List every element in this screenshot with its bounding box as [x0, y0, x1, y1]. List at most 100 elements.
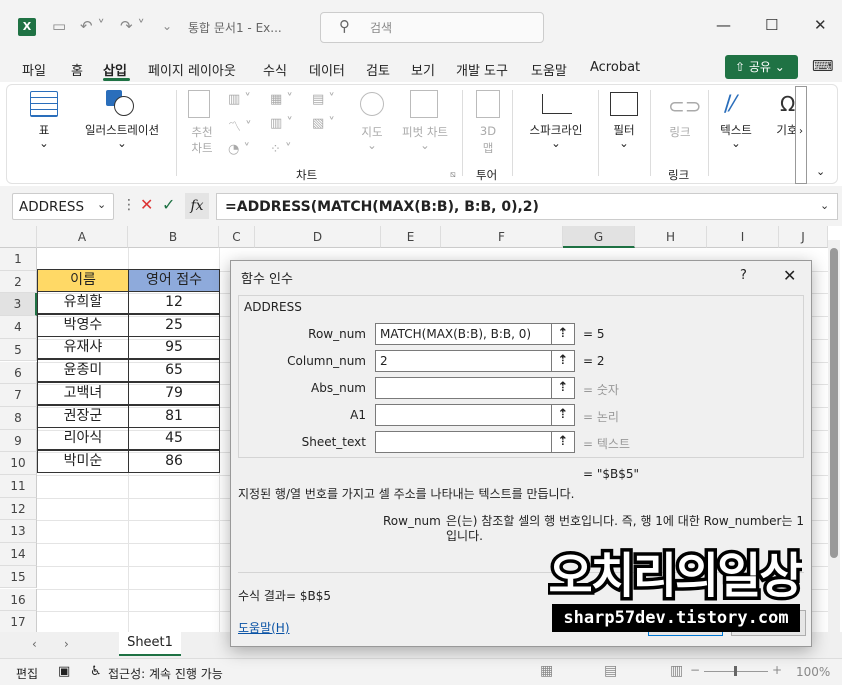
accessibility-status[interactable]: 접근성: 계속 진행 가능 — [108, 665, 223, 682]
formula-input[interactable]: =ADDRESS(MATCH(MAX(B:B), B:B, 0),2) — [216, 193, 838, 220]
collapse-dialog-icon[interactable]: ⇡ — [552, 350, 575, 372]
header-cell-name[interactable]: 이름 — [37, 269, 129, 292]
argument-input[interactable] — [375, 431, 552, 453]
menu-review[interactable]: 검토 — [366, 60, 390, 79]
column-header[interactable]: C — [219, 226, 255, 248]
row-header[interactable]: 8 — [0, 406, 37, 430]
column-header[interactable]: J — [779, 226, 828, 248]
row-header[interactable]: 9 — [0, 429, 37, 453]
line-chart-icon[interactable]: 〽 ˅ — [228, 116, 252, 135]
menu-formulas[interactable]: 수식 — [263, 60, 287, 79]
symbol-icon[interactable]: Ω — [780, 92, 795, 116]
column-header[interactable]: H — [635, 226, 707, 248]
row-header[interactable]: 5 — [0, 338, 37, 362]
zoom-slider-thumb[interactable] — [734, 666, 737, 676]
score-cell[interactable]: 12 — [128, 291, 220, 314]
save-icon[interactable]: ▭ — [52, 17, 66, 35]
undo-icon[interactable]: ↶ ˅ — [80, 17, 105, 35]
row-header[interactable]: 10 — [0, 452, 37, 475]
menu-acrobat[interactable]: Acrobat — [590, 60, 640, 75]
zoom-out-icon[interactable]: − — [690, 663, 700, 677]
table-icon[interactable] — [30, 91, 58, 117]
zoom-in-icon[interactable]: + — [772, 663, 782, 677]
name-cell[interactable]: 박미순 — [37, 449, 129, 473]
3d-map-label-1[interactable]: 3D — [468, 124, 508, 138]
quick-access-more-icon[interactable]: ⌄ — [162, 19, 172, 33]
name-cell[interactable]: 윤종미 — [37, 359, 129, 383]
statistic-chart-icon[interactable]: ▥ ˅ — [270, 116, 293, 131]
redo-icon[interactable]: ↷ ˅ — [120, 17, 145, 35]
column-header[interactable]: B — [128, 226, 219, 248]
score-cell[interactable]: 65 — [128, 359, 220, 383]
waterfall-chart-icon[interactable]: ▤ ˅ — [312, 92, 335, 107]
score-cell[interactable]: 81 — [128, 404, 220, 428]
column-header[interactable]: D — [255, 226, 381, 248]
name-cell[interactable]: 권장군 — [37, 404, 129, 428]
argument-input[interactable]: 2 — [375, 350, 552, 372]
score-cell[interactable]: 79 — [128, 381, 220, 405]
collapse-dialog-icon[interactable]: ⇡ — [552, 323, 575, 345]
dialog-launcher-icon[interactable]: ⧅ — [450, 170, 456, 180]
share-button[interactable]: ⇧ 공유 ⌄ — [725, 55, 798, 79]
row-header[interactable]: 6 — [0, 361, 37, 385]
score-cell[interactable]: 25 — [128, 313, 220, 337]
collapse-dialog-icon[interactable]: ⇡ — [552, 377, 575, 399]
insert-function-icon[interactable]: fx — [185, 193, 209, 219]
recommended-chart-label-1[interactable]: 추천 — [182, 124, 222, 140]
next-sheet-icon[interactable]: › — [64, 637, 69, 651]
menu-home[interactable]: 홈 — [71, 60, 83, 79]
ribbon-collapse-icon[interactable]: ⌄ — [816, 165, 825, 178]
column-header[interactable]: I — [707, 226, 779, 248]
row-header[interactable]: 17 — [0, 611, 37, 634]
row-header[interactable]: 2 — [0, 270, 37, 294]
score-cell[interactable]: 45 — [128, 427, 220, 451]
pie-chart-icon[interactable]: ◔ ˅ — [228, 142, 250, 157]
collapse-dialog-icon[interactable]: ⇡ — [552, 404, 575, 426]
pivot-chart-icon[interactable] — [410, 90, 438, 118]
menu-view[interactable]: 보기 — [411, 60, 435, 79]
column-chart-icon[interactable]: ▥ ˅ — [228, 92, 251, 107]
accessibility-icon[interactable]: ♿ — [90, 664, 102, 679]
row-header[interactable]: 4 — [0, 316, 37, 339]
argument-input[interactable] — [375, 377, 552, 399]
comment-icon[interactable]: ⌨ — [812, 57, 834, 75]
row-header[interactable]: 11 — [0, 475, 37, 498]
menu-developer[interactable]: 개발 도구 — [456, 60, 508, 79]
text-icon[interactable]: /⁄ — [724, 92, 735, 117]
search-box[interactable] — [320, 12, 544, 43]
minimize-icon[interactable]: — — [716, 16, 731, 34]
maximize-icon[interactable]: ☐ — [765, 16, 778, 34]
scrollbar-thumb[interactable] — [830, 248, 838, 558]
row-header[interactable]: 16 — [0, 588, 37, 612]
macro-record-icon[interactable]: ▣ — [58, 664, 70, 679]
column-header[interactable]: E — [381, 226, 441, 248]
row-header[interactable]: 13 — [0, 520, 37, 544]
score-cell[interactable]: 86 — [128, 449, 220, 473]
link-icon[interactable]: ⊂⊃ — [668, 94, 702, 118]
help-link[interactable]: 도움말(H) — [238, 619, 290, 636]
combo-chart-icon[interactable]: ▧ ˅ — [312, 116, 335, 131]
name-cell[interactable]: 유희할 — [37, 291, 129, 314]
page-layout-view-icon[interactable]: ▤ — [604, 663, 617, 679]
map-icon[interactable] — [360, 92, 384, 116]
help-icon[interactable]: ? — [740, 268, 747, 283]
menu-help[interactable]: 도움말 — [531, 60, 567, 79]
name-cell[interactable]: 고백녀 — [37, 381, 129, 405]
name-cell[interactable]: 리아식 — [37, 427, 129, 451]
row-header[interactable]: 12 — [0, 497, 37, 521]
select-all-corner[interactable] — [0, 226, 37, 248]
zoom-level[interactable]: 100% — [796, 665, 830, 679]
chevron-down-icon[interactable]: ⌄ — [820, 199, 829, 212]
score-cell[interactable]: 95 — [128, 336, 220, 360]
menu-insert[interactable]: 삽입 — [103, 60, 127, 79]
column-header[interactable]: F — [441, 226, 563, 248]
row-header[interactable]: 1 — [0, 248, 37, 271]
menu-file[interactable]: 파일 — [22, 60, 46, 79]
link-label[interactable]: 링크 — [660, 124, 700, 140]
sparkline-icon[interactable] — [542, 94, 572, 114]
row-header[interactable]: 7 — [0, 384, 37, 407]
ribbon-scroll-right[interactable]: › — [795, 86, 807, 184]
header-cell-score[interactable]: 영어 점수 — [128, 269, 220, 292]
3d-map-icon[interactable] — [476, 90, 500, 118]
chevron-down-icon[interactable]: ⌄ — [97, 198, 106, 211]
